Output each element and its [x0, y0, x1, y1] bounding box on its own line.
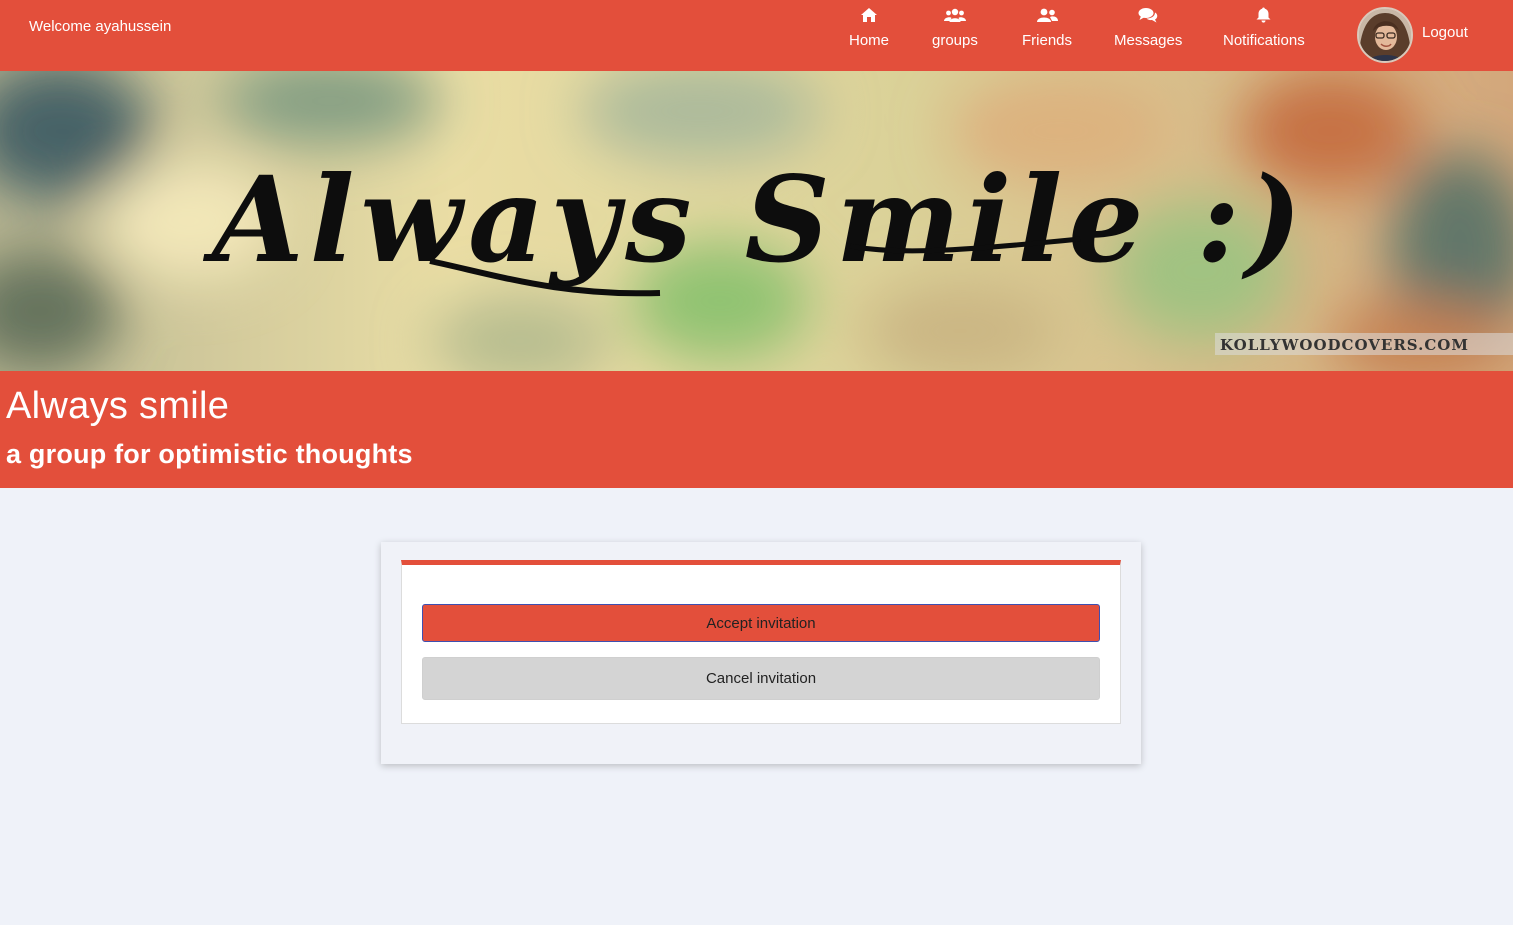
group-description: a group for optimistic thoughts [6, 439, 413, 469]
nav-home-label: Home [849, 32, 890, 49]
bell-icon [1256, 6, 1271, 24]
avatar[interactable] [1357, 7, 1413, 63]
nav-notifications[interactable]: Notifications [1223, 6, 1305, 56]
logout-link[interactable]: Logout [1422, 24, 1468, 41]
svg-text:Always Smile :): Always Smile :) [202, 150, 1308, 289]
nav-friends[interactable]: Friends [1022, 6, 1072, 56]
home-icon [860, 6, 878, 24]
group-header: Always smile a group for optimistic thou… [0, 371, 1513, 488]
nav-messages-label: Messages [1114, 32, 1183, 49]
nav-groups-label: groups [932, 32, 978, 49]
invitation-panel: Accept invitation Cancel invitation [381, 542, 1141, 764]
nav-home[interactable]: Home [849, 6, 889, 56]
users-icon [943, 6, 966, 24]
nav-groups[interactable]: groups [932, 6, 978, 56]
nav-notifications-label: Notifications [1223, 32, 1305, 49]
invitation-card: Accept invitation Cancel invitation [401, 560, 1121, 724]
nav-friends-label: Friends [1022, 32, 1073, 49]
group-title: Always smile [6, 385, 230, 427]
svg-text:KOLLYWOODCOVERS.COM: KOLLYWOODCOVERS.COM [1220, 336, 1469, 354]
user-friends-icon [1036, 6, 1058, 24]
cancel-invitation-button[interactable]: Cancel invitation [422, 657, 1100, 700]
nav-messages[interactable]: Messages [1114, 6, 1182, 56]
group-cover-image: Always Smile :) KOLLYWOODCOVERS.COM [0, 71, 1513, 371]
top-navbar: Welcome ayahussein Home groups Friends M… [0, 0, 1513, 71]
comments-icon [1138, 6, 1158, 24]
accept-invitation-button[interactable]: Accept invitation [422, 604, 1100, 642]
welcome-text: Welcome ayahussein [29, 18, 172, 35]
